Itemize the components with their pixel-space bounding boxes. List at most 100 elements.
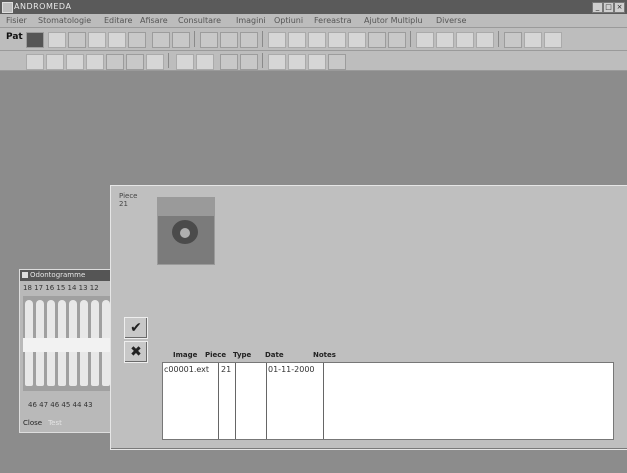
teeth-chart[interactable] xyxy=(23,296,115,391)
checkmark-icon: ✔ xyxy=(130,320,142,336)
window-icon xyxy=(22,272,28,278)
cell-date[interactable]: 01-11-2000 xyxy=(268,365,315,374)
zoom-out-icon[interactable] xyxy=(196,54,214,70)
contrast-icon[interactable] xyxy=(268,54,286,70)
odontogram-titlebar[interactable]: Odontogramme xyxy=(20,270,117,281)
pointer-icon[interactable] xyxy=(368,32,386,48)
toolbar-separator xyxy=(262,31,263,47)
new-icon[interactable] xyxy=(48,32,66,48)
menu-stomatologie[interactable]: Stomatologie xyxy=(38,16,91,25)
menu-consultare[interactable]: Consultare xyxy=(178,16,221,25)
export-icon[interactable] xyxy=(328,54,346,70)
tooth-tool-icon[interactable] xyxy=(288,32,306,48)
odontogram-footer: Close Test xyxy=(23,419,68,427)
doc-icon[interactable] xyxy=(66,54,84,70)
odontogram-window[interactable]: Odontogramme 18 17 16 15 14 13 12 46 47 … xyxy=(19,269,118,433)
thumbnail-highlight xyxy=(158,198,214,216)
col-date-header[interactable]: Date xyxy=(265,351,284,359)
copy-icon[interactable] xyxy=(108,32,126,48)
cell-piece[interactable]: 21 xyxy=(221,365,231,374)
tooth-image-detail xyxy=(180,228,190,238)
patient-label[interactable]: Pat xyxy=(6,32,23,42)
toolbar-separator xyxy=(194,31,195,47)
zoom-in-icon[interactable] xyxy=(176,54,194,70)
filter-icon[interactable] xyxy=(436,32,454,48)
patient-icon[interactable] xyxy=(26,32,44,48)
upper-tooth-numbers: 18 17 16 15 14 13 12 xyxy=(23,284,99,292)
fit-icon[interactable] xyxy=(220,54,238,70)
col-image-header[interactable]: Image xyxy=(173,351,197,359)
tools-icon[interactable] xyxy=(240,32,258,48)
menu-fereastra[interactable]: Fereastra xyxy=(314,16,352,25)
measure-icon[interactable] xyxy=(544,32,562,48)
col-type-header[interactable]: Type xyxy=(233,351,251,359)
edit-icon[interactable] xyxy=(128,32,146,48)
close-tab[interactable]: Close xyxy=(23,419,42,427)
image-dialog: Piece 21 ✔ ✖ Image Piece Type Date Notes… xyxy=(110,185,627,450)
brightness-icon[interactable] xyxy=(288,54,306,70)
occlusal-band xyxy=(23,338,115,352)
menu-afisare[interactable]: Afisare xyxy=(140,16,168,25)
tooth-tool-icon[interactable] xyxy=(268,32,286,48)
image-grid[interactable]: c00001.ext 21 01-11-2000 xyxy=(162,362,614,440)
menu-fisier[interactable]: Fisier xyxy=(6,16,27,25)
toolbar-separator xyxy=(498,31,499,47)
tooth-tool-icon[interactable] xyxy=(348,32,366,48)
toolbar-separator xyxy=(410,31,411,47)
menu-diverse[interactable]: Diverse xyxy=(436,16,466,25)
image-grid-header: Image Piece Type Date Notes xyxy=(163,351,613,361)
filter-icon[interactable] xyxy=(416,32,434,48)
image-icon[interactable] xyxy=(388,32,406,48)
column-divider xyxy=(218,363,219,439)
column-divider xyxy=(323,363,324,439)
menu-optiuni[interactable]: Optiuni xyxy=(274,16,303,25)
ellipse-icon[interactable] xyxy=(146,54,164,70)
pen-icon[interactable] xyxy=(504,32,522,48)
doc-icon[interactable] xyxy=(26,54,44,70)
line-icon[interactable] xyxy=(106,54,124,70)
main-toolbar: Pat xyxy=(0,28,627,51)
invert-icon[interactable] xyxy=(308,54,326,70)
column-divider xyxy=(266,363,267,439)
xray-thumbnail[interactable] xyxy=(157,197,215,265)
view-icon[interactable] xyxy=(172,32,190,48)
cross-icon: ✖ xyxy=(130,344,142,360)
cancel-button[interactable]: ✖ xyxy=(124,341,148,363)
app-titlebar: ANDROMEDA _ □ × xyxy=(0,0,627,14)
filter-icon[interactable] xyxy=(456,32,474,48)
layout-icon[interactable] xyxy=(200,32,218,48)
toolbar-separator xyxy=(168,53,169,68)
test-tab[interactable]: Test xyxy=(48,419,62,427)
tooth-tool-icon[interactable] xyxy=(328,32,346,48)
piece-label: Piece xyxy=(119,192,138,200)
app-icon xyxy=(2,2,13,13)
maximize-button[interactable]: □ xyxy=(603,2,614,13)
piece-caption: Piece 21 xyxy=(119,192,137,208)
tooth-tool-icon[interactable] xyxy=(308,32,326,48)
cell-image[interactable]: c00001.ext xyxy=(164,365,209,374)
menu-ajutor[interactable]: Ajutor Multiplu xyxy=(364,16,423,25)
doc-icon[interactable] xyxy=(46,54,64,70)
rect-icon[interactable] xyxy=(126,54,144,70)
save-icon[interactable] xyxy=(68,32,86,48)
menu-editare[interactable]: Editare xyxy=(104,16,132,25)
doc-icon[interactable] xyxy=(86,54,104,70)
camera-icon[interactable] xyxy=(152,32,170,48)
piece-number: 21 xyxy=(119,200,128,208)
toolbar-separator xyxy=(262,53,263,68)
minimize-button[interactable]: _ xyxy=(592,2,603,13)
text-icon[interactable] xyxy=(524,32,542,48)
menu-imagini[interactable]: Imagini xyxy=(236,16,266,25)
grid-icon[interactable] xyxy=(220,32,238,48)
app-title: ANDROMEDA xyxy=(14,2,72,11)
filter-icon[interactable] xyxy=(476,32,494,48)
ok-button[interactable]: ✔ xyxy=(124,317,148,339)
lower-tooth-numbers: 46 47 46 45 44 43 xyxy=(28,401,93,409)
column-divider xyxy=(235,363,236,439)
col-piece-header[interactable]: Piece xyxy=(205,351,226,359)
close-button[interactable]: × xyxy=(614,2,625,13)
rotate-icon[interactable] xyxy=(240,54,258,70)
odontogram-title: Odontogramme xyxy=(30,271,86,279)
col-notes-header[interactable]: Notes xyxy=(313,351,336,359)
print-icon[interactable] xyxy=(88,32,106,48)
